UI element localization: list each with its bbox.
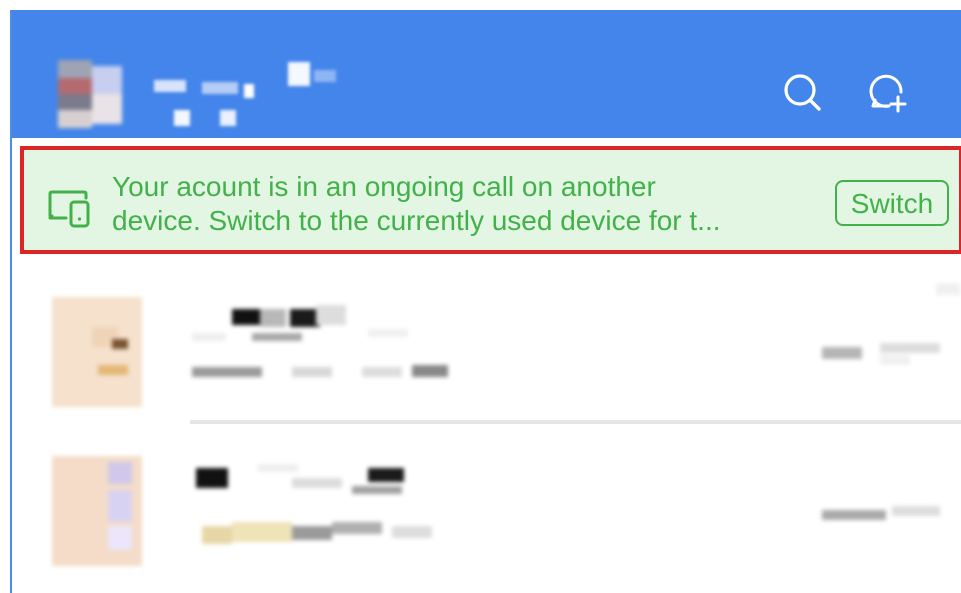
blurred-avatar [52, 287, 142, 407]
top-header [12, 10, 961, 138]
blurred-avatar [52, 446, 142, 566]
list-divider [190, 420, 961, 424]
search-icon [784, 74, 821, 111]
chat-list-item[interactable] [12, 275, 961, 415]
blurred-avatar-image [58, 60, 122, 128]
blurred-chat-time [818, 500, 958, 530]
new-chat-button[interactable] [862, 68, 912, 118]
chat-add-icon [869, 74, 907, 113]
blurred-chat-time [818, 335, 958, 375]
switch-device-button[interactable]: Switch [835, 180, 949, 226]
blurred-chat-name [192, 456, 452, 556]
blurred-account-name [144, 58, 344, 130]
app-window: Your acount is in an ongoing call on ano… [10, 10, 961, 593]
banner-message-line-2: device. Switch to the currently used dev… [112, 205, 721, 236]
banner-message: Your acount is in an ongoing call on ano… [112, 170, 832, 238]
chat-list-item[interactable] [12, 440, 961, 580]
multi-device-icon [46, 188, 98, 228]
search-button[interactable] [778, 68, 828, 118]
blurred-chat-name [192, 303, 472, 389]
profile-avatar[interactable] [54, 56, 144, 130]
banner-message-line-1: Your acount is in an ongoing call on ano… [112, 171, 656, 202]
ongoing-call-banner[interactable]: Your acount is in an ongoing call on ano… [20, 146, 961, 254]
blurred-corner-mark [932, 279, 961, 299]
